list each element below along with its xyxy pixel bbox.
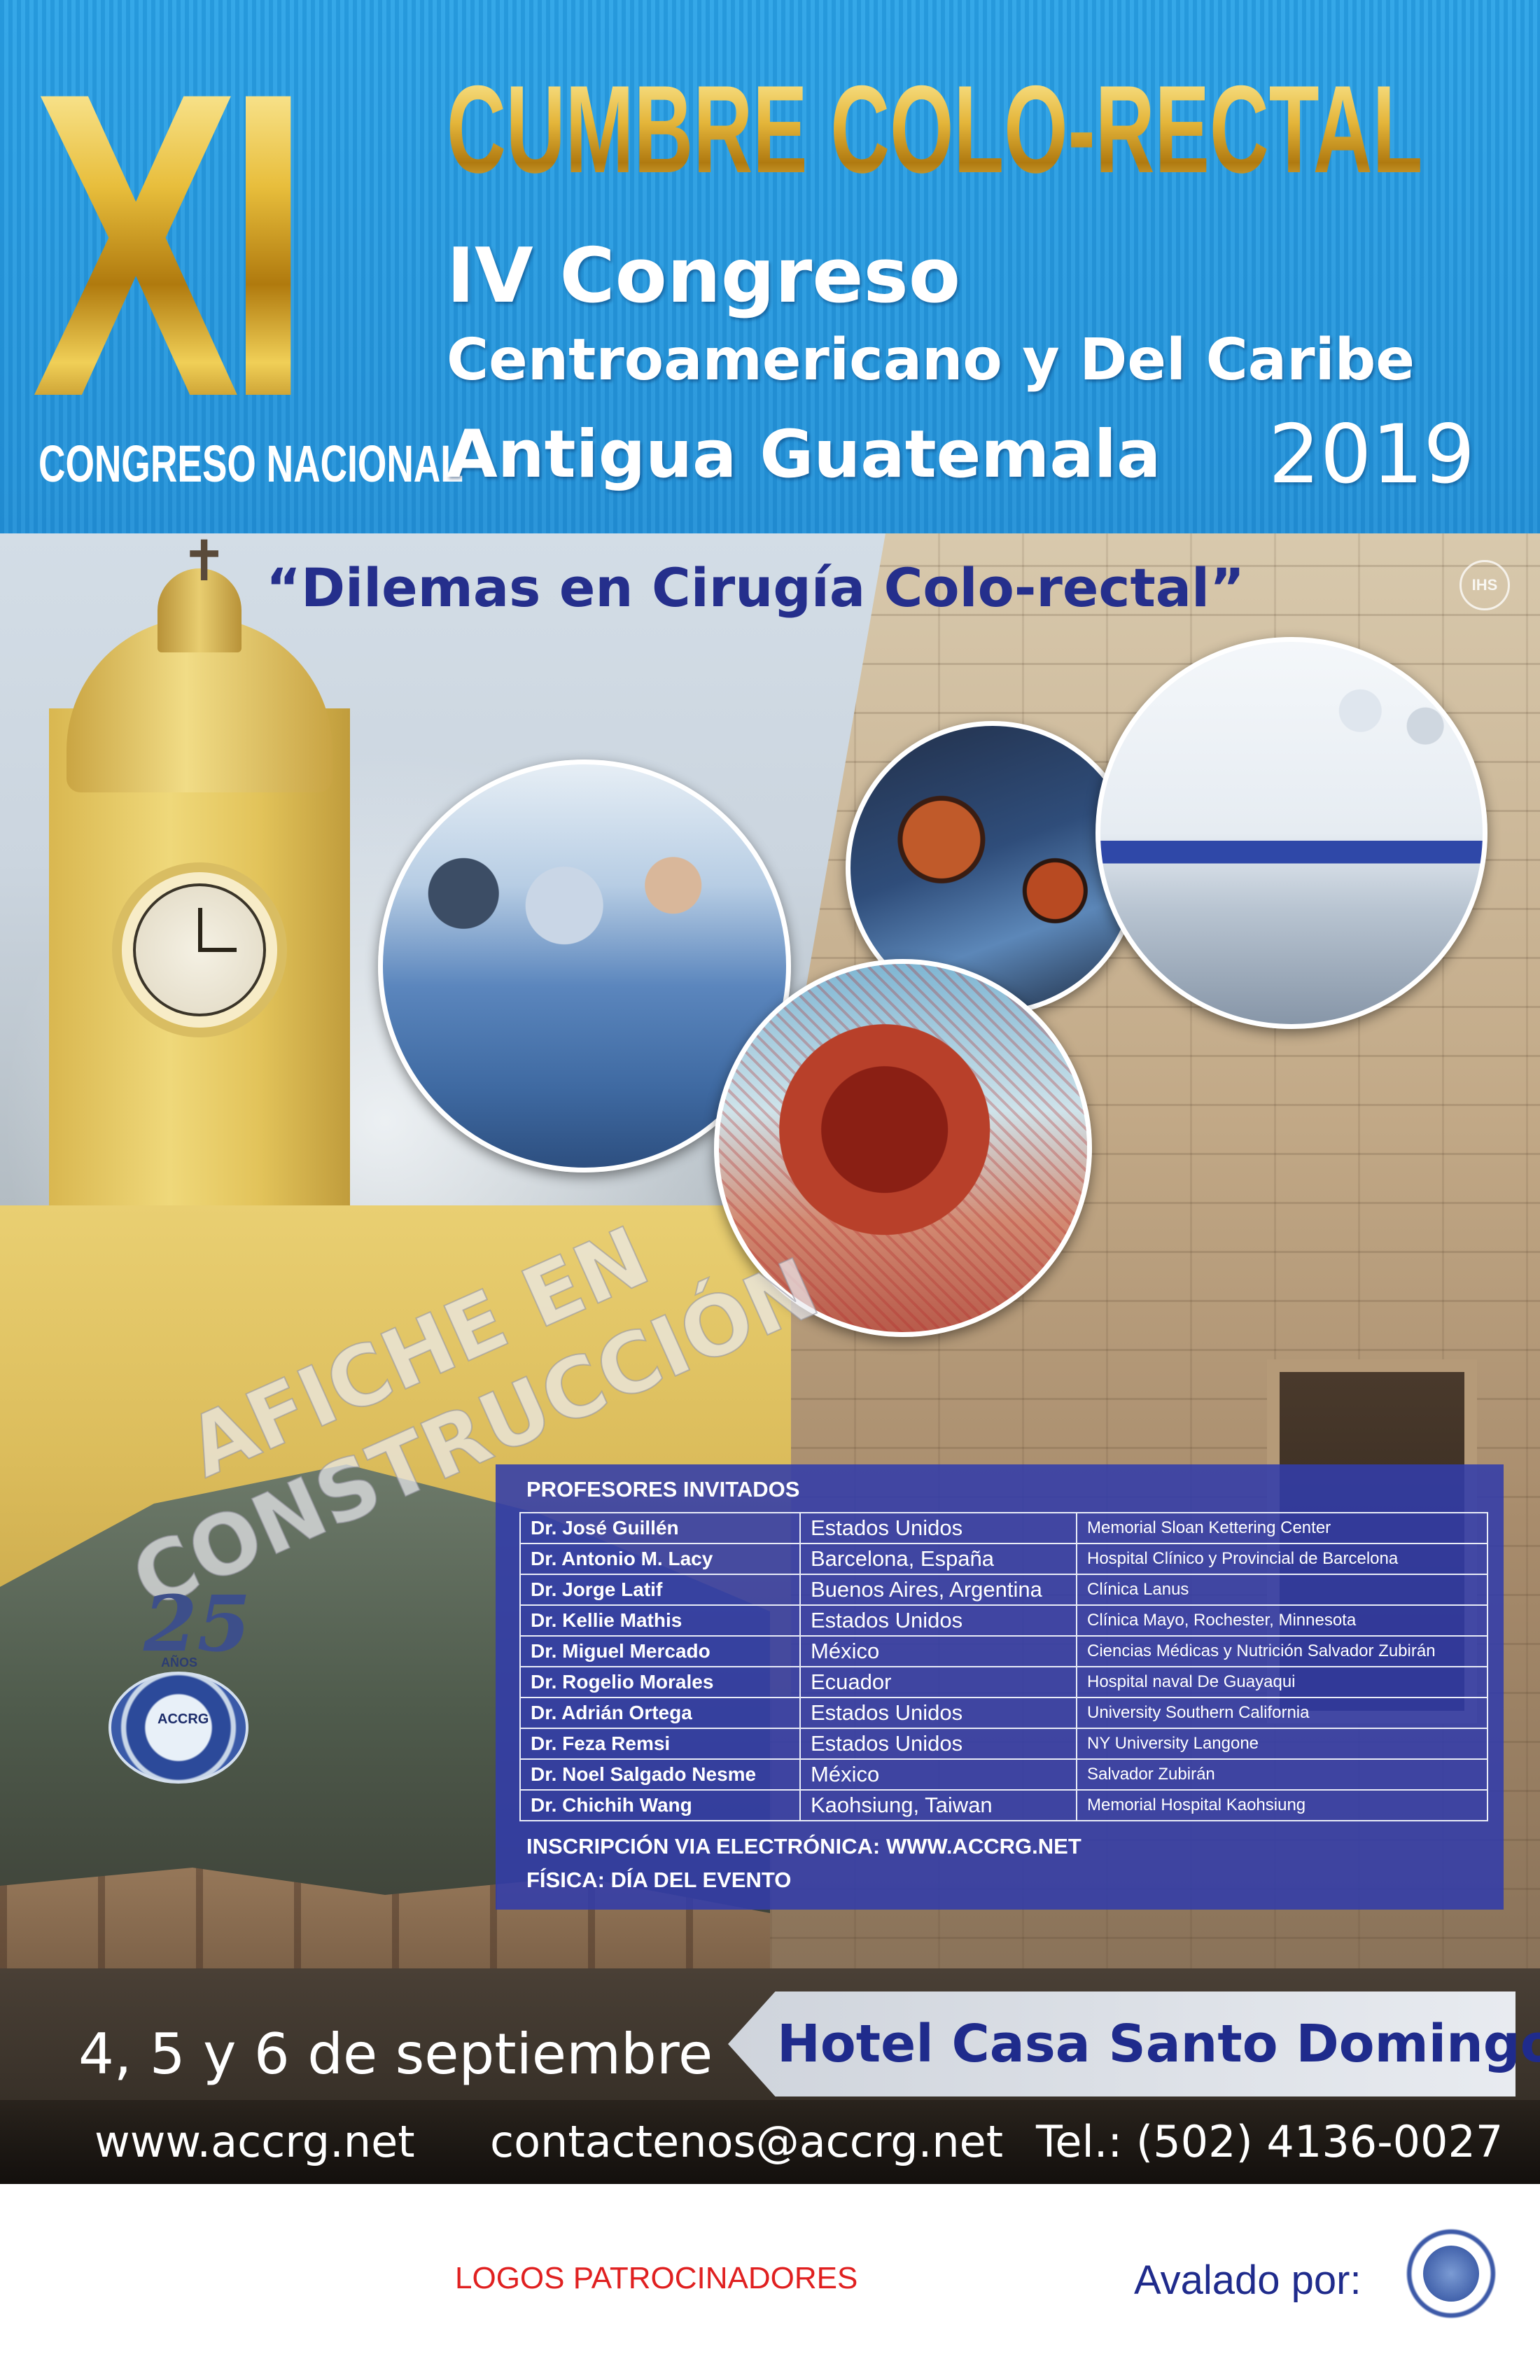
professor-institution: Clínica Mayo, Rochester, Minnesota bbox=[1076, 1604, 1488, 1637]
professor-name: Dr. Miguel Mercado bbox=[519, 1635, 801, 1667]
contact-phone: Tel.: (502) 4136-0027 bbox=[1036, 2116, 1504, 2167]
professor-country: Estados Unidos bbox=[799, 1604, 1077, 1637]
table-row: Dr. Kellie Mathis Estados Unidos Clínica M… bbox=[519, 1604, 1488, 1637]
professor-country: Estados Unidos bbox=[799, 1512, 1077, 1544]
registration-physical: FÍSICA: DÍA DEL EVENTO bbox=[526, 1868, 792, 1892]
clock-hand-hour bbox=[198, 908, 202, 952]
professor-name: Dr. Antonio M. Lacy bbox=[519, 1543, 801, 1575]
sponsors-label: LOGOS PATROCINADORES bbox=[455, 2261, 858, 2295]
event-dates: 4, 5 y 6 de septiembre bbox=[78, 2022, 713, 2087]
header-banner: XI CONGRESO NACIONAL CUMBRE COLO-RECTAL … bbox=[0, 0, 1540, 533]
professor-country: Buenos Aires, Argentina bbox=[799, 1574, 1077, 1606]
table-row: Dr. Jorge Latif Buenos Aires, Argentina Cl… bbox=[519, 1574, 1488, 1606]
theme-subtitle: “Dilemas en Cirugía Colo-rectal” bbox=[266, 556, 1245, 619]
professor-institution: NY University Langone bbox=[1076, 1728, 1488, 1760]
table-row: Dr. Adrián Ortega Estados Unidos Universit… bbox=[519, 1697, 1488, 1729]
registration-online: INSCRIPCIÓN VIA ELECTRÓNICA: WWW.ACCRG.N… bbox=[526, 1834, 1082, 1858]
professor-name: Dr. Noel Salgado Nesme bbox=[519, 1758, 801, 1791]
subtitle-line-2: Centroamericano y Del Caribe bbox=[447, 327, 1415, 393]
professors-title: PROFESORES INVITADOS bbox=[526, 1477, 800, 1502]
professor-name: Dr. Feza Remsi bbox=[519, 1728, 801, 1760]
professor-name: Dr. Adrián Ortega bbox=[519, 1697, 801, 1729]
main-title: CUMBRE COLO-RECTAL bbox=[447, 59, 1423, 199]
colegio-seal-center bbox=[1423, 2246, 1479, 2302]
professor-institution: Hospital Clínico y Provincial de Barcelo… bbox=[1076, 1543, 1488, 1575]
logo-anos-label: AÑOS bbox=[161, 1656, 198, 1670]
table-row: Dr. José Guillén Estados Unidos Memorial S… bbox=[519, 1512, 1488, 1544]
cross-icon: ✝ bbox=[181, 533, 228, 594]
table-row: Dr. Feza Remsi Estados Unidos NY Universit… bbox=[519, 1728, 1488, 1760]
endorsed-by-label: Avalado por: bbox=[1134, 2258, 1362, 2303]
contact-website[interactable]: www.accrg.net bbox=[94, 2110, 415, 2174]
professor-institution: Ciencias Médicas y Nutrición Salvador Zu… bbox=[1076, 1635, 1488, 1667]
professor-institution: Memorial Hospital Kaohsiung bbox=[1076, 1789, 1488, 1821]
roman-numeral: XI bbox=[31, 28, 314, 462]
professor-country: México bbox=[799, 1635, 1077, 1667]
logo-acronym: ACCRG bbox=[158, 1712, 209, 1727]
professor-country: México bbox=[799, 1758, 1077, 1791]
subtitle-line-1: IV Congreso bbox=[447, 232, 961, 320]
event-year: 2019 bbox=[1268, 407, 1476, 502]
professor-country: Estados Unidos bbox=[799, 1697, 1077, 1729]
professor-name: Dr. Chichih Wang bbox=[519, 1789, 801, 1821]
contact-email[interactable]: contactenos@accrg.net bbox=[490, 2110, 1003, 2174]
clock-hand-minute bbox=[198, 948, 237, 952]
operating-room-photo bbox=[1096, 637, 1488, 1029]
table-row: Dr. Miguel Mercado México Ciencias Médicas… bbox=[519, 1635, 1488, 1667]
professor-country: Kaohsiung, Taiwan bbox=[799, 1789, 1077, 1821]
professors-table-body: Dr. José Guillén Estados Unidos Memorial S… bbox=[519, 1512, 1488, 1821]
professor-name: Dr. Jorge Latif bbox=[519, 1574, 801, 1606]
professor-institution: Clínica Lanus bbox=[1076, 1574, 1488, 1606]
logo-seal-icon bbox=[108, 1672, 248, 1784]
professor-country: Estados Unidos bbox=[799, 1728, 1077, 1760]
logo-anniversary-number: 25 bbox=[144, 1578, 251, 1669]
table-row: Dr. Antonio M. Lacy Barcelona, España Hosp… bbox=[519, 1543, 1488, 1575]
congreso-nacional-label: CONGRESO NACIONAL bbox=[38, 435, 463, 493]
table-row: Dr. Noel Salgado Nesme México Salvador Zub… bbox=[519, 1758, 1488, 1791]
table-row: Dr. Chichih Wang Kaohsiung, Taiwan Memoria… bbox=[519, 1789, 1488, 1821]
professor-name: Dr. Rogelio Morales bbox=[519, 1666, 801, 1698]
professor-institution: Memorial Sloan Kettering Center bbox=[1076, 1512, 1488, 1544]
professor-country: Barcelona, España bbox=[799, 1543, 1077, 1575]
accrg-logo: 25 AÑOS ACCRG bbox=[94, 1578, 262, 1792]
professor-institution: Hospital naval De Guayaqui bbox=[1076, 1666, 1488, 1698]
professors-table: Dr. José Guillén Estados Unidos Memorial S… bbox=[519, 1512, 1488, 1821]
professors-panel: PROFESORES INVITADOS Dr. José Guillén Est… bbox=[496, 1464, 1504, 1910]
professor-name: Dr. José Guillén bbox=[519, 1512, 801, 1544]
subtitle-line-3: Antigua Guatemala bbox=[447, 416, 1161, 493]
professor-institution: Salvador Zubirán bbox=[1076, 1758, 1488, 1791]
table-row: Dr. Rogelio Morales Ecuador Hospital naval… bbox=[519, 1666, 1488, 1698]
professor-name: Dr. Kellie Mathis bbox=[519, 1604, 801, 1637]
event-venue: Hotel Casa Santo Domingo bbox=[777, 2014, 1540, 2074]
ihs-seal-icon: IHS bbox=[1460, 560, 1510, 610]
professor-country: Ecuador bbox=[799, 1666, 1077, 1698]
professor-institution: University Southern California bbox=[1076, 1697, 1488, 1729]
